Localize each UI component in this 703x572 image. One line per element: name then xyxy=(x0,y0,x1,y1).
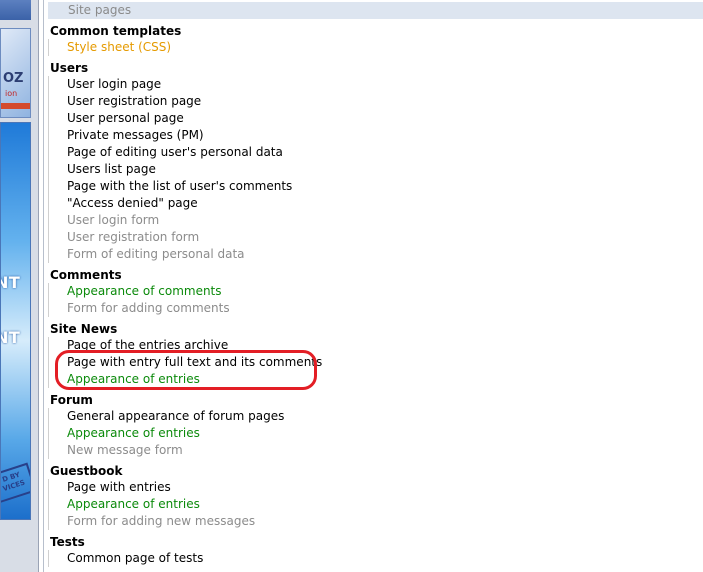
tree-item-private-messages-pm[interactable]: Private messages (PM) xyxy=(67,128,204,142)
tree-item-user-login-form[interactable]: User login form xyxy=(67,213,159,227)
tree-item-user-login-page[interactable]: User login page xyxy=(67,77,161,91)
tree-row-selected[interactable]: Site pages xyxy=(48,2,703,19)
tree-item-common-page-of-tests[interactable]: Common page of tests xyxy=(67,551,203,565)
tree-item-user-personal-page[interactable]: User personal page xyxy=(67,111,184,125)
sidebar-divider xyxy=(38,0,39,572)
tree-guide-line xyxy=(48,479,49,530)
banner-stamp: D BY VICES xyxy=(1,462,30,504)
tree-item-general-appearance-of-forum-pages[interactable]: General appearance of forum pages xyxy=(67,409,284,423)
tree-item-form-for-adding-new-messages[interactable]: Form for adding new messages xyxy=(67,514,255,528)
tree-guide-line xyxy=(48,337,49,388)
tree-item-appearance-of-entries[interactable]: Appearance of entries xyxy=(67,497,200,511)
promo-box-ad[interactable]: OZ ion xyxy=(0,28,31,118)
promo-text: OZ xyxy=(3,71,24,86)
annotation-highlight-circle xyxy=(55,350,317,390)
tree-item-appearance-of-comments[interactable]: Appearance of comments xyxy=(67,284,222,298)
template-tree-panel: Site pages Common templates Style sheet (… xyxy=(43,0,703,572)
left-sidebar: OZ ion NT NT D BY VICES xyxy=(0,0,39,572)
tree-item-new-message-form[interactable]: New message form xyxy=(67,443,183,457)
side-banner-ad[interactable]: NT NT D BY VICES xyxy=(0,122,31,520)
section-title-guestbook[interactable]: Guestbook xyxy=(50,464,122,478)
tree-item-access-denied-page[interactable]: "Access denied" page xyxy=(67,196,198,210)
section-title-site-news[interactable]: Site News xyxy=(50,322,117,336)
tree-guide-line xyxy=(48,76,49,263)
promo-bar xyxy=(1,103,30,109)
tree-item-user-registration-form[interactable]: User registration form xyxy=(67,230,199,244)
tree-item-form-for-adding-comments[interactable]: Form for adding comments xyxy=(67,301,230,315)
tree-item-style-sheet-css[interactable]: Style sheet (CSS) xyxy=(67,40,171,54)
tree-guide-line xyxy=(48,550,49,567)
banner-word-top: NT xyxy=(1,273,21,292)
promo-header-strip xyxy=(0,0,31,20)
tree-item-page-of-editing-user-s-personal-data[interactable]: Page of editing user's personal data xyxy=(67,145,283,159)
tree-item-form-of-editing-personal-data[interactable]: Form of editing personal data xyxy=(67,247,245,261)
section-title-tests[interactable]: Tests xyxy=(50,535,85,549)
tree-item-appearance-of-entries[interactable]: Appearance of entries xyxy=(67,426,200,440)
tree-guide-line xyxy=(48,283,49,317)
tree-guide-line xyxy=(48,39,49,56)
tree-item-user-registration-page[interactable]: User registration page xyxy=(67,94,201,108)
banner-word-bottom: NT xyxy=(1,328,21,347)
tree-item-users-list-page[interactable]: Users list page xyxy=(67,162,156,176)
tree-item-site-pages[interactable]: Site pages xyxy=(68,3,131,17)
section-title-common-templates[interactable]: Common templates xyxy=(50,24,181,38)
tree-item-page-with-entries[interactable]: Page with entries xyxy=(67,480,171,494)
tree-item-page-with-the-list-of-user-s-comments[interactable]: Page with the list of user's comments xyxy=(67,179,292,193)
section-title-users[interactable]: Users xyxy=(50,61,88,75)
tree-guide-line xyxy=(48,408,49,459)
promo-subtext: ion xyxy=(5,89,18,98)
section-title-comments[interactable]: Comments xyxy=(50,268,122,282)
section-title-forum[interactable]: Forum xyxy=(50,393,93,407)
